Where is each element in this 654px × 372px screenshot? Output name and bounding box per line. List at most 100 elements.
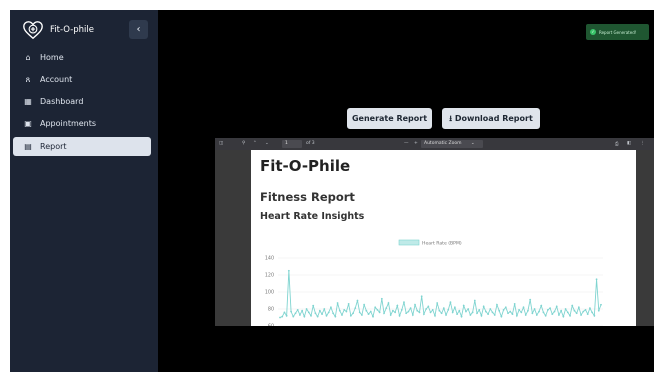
data-point — [493, 314, 496, 316]
sidebar-item-label: Appointments — [40, 119, 97, 128]
data-point — [476, 312, 478, 315]
y-tick-label: 100 — [265, 290, 274, 296]
data-point — [394, 311, 397, 314]
generate-report-button[interactable]: Generate Report — [347, 108, 432, 129]
data-point — [363, 303, 366, 306]
document-subtitle: Fitness Report — [260, 190, 355, 204]
data-point — [515, 314, 518, 317]
more-tools-icon[interactable]: ⋮ — [640, 141, 645, 146]
data-point — [584, 308, 587, 311]
data-point — [509, 310, 512, 313]
data-point — [314, 312, 317, 315]
y-tick-label: 120 — [265, 273, 274, 279]
zoom-out-icon[interactable]: — — [404, 141, 409, 146]
data-point — [418, 311, 421, 314]
data-point — [343, 308, 346, 311]
data-point — [296, 308, 299, 311]
collapse-sidebar-button[interactable]: ‹ — [129, 20, 148, 39]
data-point — [316, 315, 319, 318]
app-name: Fit-O-phile — [50, 25, 94, 35]
data-point — [453, 306, 456, 309]
data-point — [285, 314, 288, 317]
data-point — [327, 311, 330, 314]
data-point — [383, 312, 385, 315]
sidebar-item-appointments[interactable]: ▣ Appointments — [13, 114, 151, 133]
data-point — [385, 307, 388, 310]
data-point — [389, 314, 392, 316]
data-point — [546, 308, 549, 311]
download-report-button[interactable]: ⭳ Download Report — [442, 108, 540, 129]
data-point — [358, 311, 361, 314]
data-point — [378, 311, 381, 314]
data-point — [580, 314, 582, 316]
page-number-input[interactable]: 1 — [282, 140, 302, 148]
data-point — [575, 312, 578, 315]
sidebar-item-account[interactable]: ጸ Account — [13, 70, 151, 89]
brand[interactable]: Fit-O-phile — [22, 19, 94, 41]
data-point — [400, 308, 403, 311]
data-point — [325, 314, 328, 317]
save-icon[interactable]: ◧ — [627, 141, 631, 146]
data-point — [292, 315, 295, 318]
search-icon[interactable]: ⚲ — [242, 141, 245, 146]
print-icon[interactable]: ⎙ — [615, 141, 619, 147]
data-point — [299, 314, 301, 316]
sidebar-item-dashboard[interactable]: ▦ Dashboard — [13, 92, 151, 111]
data-point — [498, 309, 501, 312]
data-point — [518, 308, 520, 311]
data-point — [349, 314, 352, 317]
chevron-down-icon: ⌄ — [470, 141, 475, 146]
data-point — [332, 312, 335, 315]
zoom-value: Automatic Zoom — [424, 141, 462, 146]
main-content: ✓ Report Generated! Generate Report ⭳ Do… — [158, 10, 654, 372]
data-point — [287, 269, 290, 272]
data-point — [318, 309, 321, 312]
pdf-viewer: ◫ ⚲ ⌃ ⌄ 1 of 3 — + Automatic Zoom ⌄ ⎙ ◧ … — [215, 138, 654, 326]
zoom-in-icon[interactable]: + — [414, 141, 418, 146]
data-point — [569, 314, 571, 317]
data-point — [374, 306, 377, 309]
data-point — [511, 313, 514, 315]
y-tick-label: 60 — [268, 324, 274, 326]
data-point — [414, 303, 416, 306]
sidebar-item-report[interactable]: ▤ Report — [13, 137, 151, 156]
data-point — [290, 310, 292, 313]
data-point — [535, 314, 538, 316]
data-point — [354, 307, 357, 310]
data-point — [396, 304, 399, 307]
data-point — [577, 306, 580, 309]
data-point — [558, 314, 560, 316]
user-icon: ጸ — [25, 74, 31, 84]
next-page-icon[interactable]: ⌄ — [265, 141, 269, 146]
data-point — [330, 306, 332, 309]
data-point — [544, 314, 547, 317]
data-point — [553, 310, 556, 313]
data-point — [425, 308, 428, 310]
sidebar-item-home[interactable]: ⌂ Home — [13, 48, 151, 67]
data-point — [551, 313, 554, 315]
data-point — [301, 309, 304, 312]
data-point — [542, 311, 545, 314]
sidebar-toggle-icon[interactable]: ◫ — [219, 141, 223, 146]
data-point — [312, 304, 315, 307]
data-point — [403, 301, 405, 304]
data-point — [279, 316, 281, 319]
data-point — [473, 299, 476, 302]
data-point — [420, 295, 423, 298]
data-point — [407, 310, 410, 313]
sidebar-item-label: Dashboard — [40, 97, 84, 106]
home-icon: ⌂ — [25, 53, 31, 62]
data-point — [436, 302, 439, 304]
previous-page-icon[interactable]: ⌃ — [253, 141, 257, 146]
data-point — [411, 314, 414, 316]
legend-swatch — [398, 239, 420, 246]
sidebar-item-label: Account — [40, 75, 73, 84]
success-toast[interactable]: ✓ Report Generated! — [586, 24, 649, 40]
data-point — [487, 313, 489, 315]
download-icon: ⭳ — [449, 114, 453, 123]
data-point — [600, 303, 602, 306]
data-point — [447, 308, 450, 311]
zoom-select[interactable]: Automatic Zoom ⌄ — [421, 140, 483, 148]
heart-rate-chart: 140 120 100 80 60 Heart Rate (BPM) — [265, 239, 603, 326]
data-point — [283, 311, 286, 314]
